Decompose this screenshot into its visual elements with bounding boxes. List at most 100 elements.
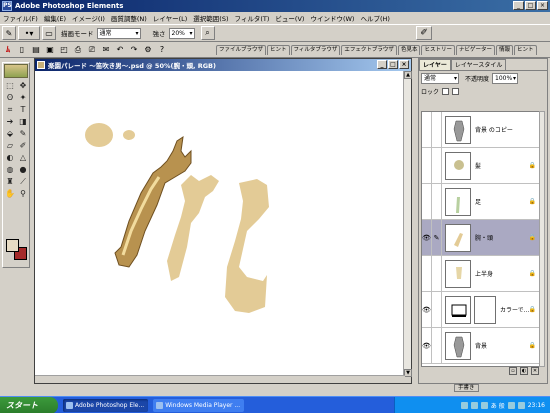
visibility-toggle[interactable]: [422, 112, 432, 148]
menu-edit[interactable]: 編集(E): [41, 13, 69, 23]
tab-hints[interactable]: ヒント: [267, 45, 290, 55]
quick-fix-icon[interactable]: ⚙: [142, 44, 154, 56]
layer-row[interactable]: 髪 🔒: [422, 147, 540, 184]
lock-transparency-checkbox[interactable]: [442, 87, 450, 95]
acrobat-icon[interactable]: ﾑ: [2, 44, 14, 56]
pencil-tool-icon[interactable]: ✐: [17, 140, 29, 151]
doc-minimize-button[interactable]: _: [377, 60, 387, 69]
doc-close-button[interactable]: ×: [399, 60, 409, 69]
menu-layer[interactable]: レイヤー(L): [150, 13, 191, 23]
new-file-icon[interactable]: ▯: [16, 44, 28, 56]
lock-all-checkbox[interactable]: [452, 87, 460, 95]
brush-preset-picker[interactable]: •▾: [18, 26, 40, 40]
brush-icon[interactable]: ✎: [17, 128, 29, 139]
tab-effects-browser[interactable]: エフェクトブラウザ: [341, 45, 397, 55]
dodge-icon[interactable]: ●: [17, 164, 29, 175]
blend-mode-select[interactable]: 通常: [96, 27, 141, 39]
print-preview-icon[interactable]: ⎚: [86, 44, 98, 56]
link-toggle[interactable]: [432, 327, 442, 364]
link-toggle[interactable]: [432, 255, 442, 292]
shape-tool-icon[interactable]: ➔: [4, 116, 16, 127]
taskbar-media-player[interactable]: Windows Media Player ...: [153, 398, 245, 412]
tab-layer-styles[interactable]: レイヤースタイル: [450, 59, 507, 70]
pencil-icon[interactable]: ✐: [416, 26, 432, 40]
type-tool-icon[interactable]: T: [17, 104, 29, 115]
selection-brush-icon[interactable]: ◨: [17, 116, 29, 127]
ime-indicator[interactable]: あ 般: [491, 401, 505, 410]
zoom-tool-icon[interactable]: ⚲: [17, 188, 29, 199]
new-layer-icon[interactable]: ▫: [509, 367, 517, 375]
tab-layers[interactable]: レイヤー: [419, 59, 451, 70]
layer-opacity-select[interactable]: 100%: [492, 72, 519, 84]
strength-select[interactable]: 20%: [168, 27, 195, 39]
move-tool-icon[interactable]: ✥: [17, 80, 29, 91]
maximize-button[interactable]: □: [525, 1, 536, 10]
eyedropper-icon[interactable]: ⟋: [17, 176, 29, 187]
eraser-icon[interactable]: ▱: [4, 140, 16, 151]
save-icon[interactable]: ▣: [44, 44, 56, 56]
foreground-color-swatch[interactable]: [6, 239, 19, 252]
tab-hints-2[interactable]: ヒント: [514, 45, 537, 55]
paintbrush-icon[interactable]: ✎: [432, 219, 442, 256]
menu-help[interactable]: ヘルプ(H): [357, 13, 392, 23]
lasso-tool-icon[interactable]: ʘ: [4, 92, 16, 103]
tab-filter-browser[interactable]: フィルタブラウザ: [290, 45, 341, 55]
stamp-icon[interactable]: ♜: [4, 176, 16, 187]
handwriting-tab[interactable]: 手書き: [454, 384, 479, 392]
menu-image[interactable]: イメージ(I): [69, 13, 108, 23]
tray-icon[interactable]: [480, 402, 488, 409]
tab-swatches[interactable]: 色見本: [397, 45, 421, 55]
tab-file-browser[interactable]: ファイルブラウザ: [216, 45, 267, 55]
minimize-button[interactable]: _: [513, 1, 524, 10]
layers-scrollbar[interactable]: [539, 111, 545, 367]
link-toggle[interactable]: [432, 147, 442, 184]
save-web-icon[interactable]: ◰: [58, 44, 70, 56]
scroll-up-icon[interactable]: ▲: [404, 71, 412, 79]
visibility-toggle[interactable]: [422, 147, 432, 184]
scroll-down-icon[interactable]: ▼: [404, 369, 412, 377]
blur-icon[interactable]: △: [17, 152, 29, 163]
menu-enhance[interactable]: 画質調整(N): [108, 13, 150, 23]
hand-tool-icon[interactable]: ✋: [4, 188, 16, 199]
brush-tool-icon[interactable]: ✎: [2, 26, 16, 40]
link-toggle[interactable]: [432, 291, 442, 328]
menu-window[interactable]: ウインドウ(W): [307, 13, 357, 23]
tab-navigator[interactable]: ナビゲーター: [455, 45, 495, 55]
link-toggle[interactable]: [432, 183, 442, 220]
eye-icon[interactable]: 👁: [422, 219, 432, 256]
layer-row[interactable]: 👁 背景 🔒: [422, 327, 540, 364]
redo-icon[interactable]: ↷: [128, 44, 140, 56]
layer-blend-select[interactable]: 通常: [421, 72, 459, 84]
volume-icon[interactable]: [507, 402, 515, 409]
close-button[interactable]: ×: [537, 1, 548, 10]
delete-layer-icon[interactable]: ✕: [531, 367, 539, 375]
layer-row[interactable]: 背景 のコピー: [422, 112, 540, 148]
paint-bucket-icon[interactable]: ⬙: [4, 128, 16, 139]
marquee-tool-icon[interactable]: ⬚: [4, 80, 16, 91]
horizontal-scrollbar[interactable]: [35, 375, 405, 383]
brush-options-icon[interactable]: ▭: [42, 26, 56, 40]
adjustment-layer-icon[interactable]: ◐: [520, 367, 528, 375]
network-icon[interactable]: [517, 402, 525, 409]
layer-row[interactable]: 上半身 🔒: [422, 255, 540, 292]
taskbar-photoshop[interactable]: Adobe Photoshop Ele...: [63, 398, 149, 412]
image-canvas[interactable]: [35, 71, 405, 377]
eye-icon[interactable]: 👁: [422, 327, 432, 364]
start-button[interactable]: スタート: [0, 396, 58, 413]
tab-history[interactable]: ヒストリー: [421, 45, 455, 55]
visibility-toggle[interactable]: [422, 183, 432, 220]
print-icon[interactable]: ⎙: [72, 44, 84, 56]
eye-icon[interactable]: 👁: [422, 291, 432, 328]
open-file-icon[interactable]: ▤: [30, 44, 42, 56]
sponge-icon[interactable]: ◍: [4, 164, 16, 175]
link-toggle[interactable]: [432, 112, 442, 148]
magic-wand-icon[interactable]: ✦: [17, 92, 29, 103]
tab-info[interactable]: 情報: [495, 45, 513, 55]
undo-icon[interactable]: ↶: [114, 44, 126, 56]
crop-tool-icon[interactable]: ⌗: [4, 104, 16, 115]
email-icon[interactable]: ✉: [100, 44, 112, 56]
visibility-toggle[interactable]: [422, 255, 432, 292]
menu-select[interactable]: 選択範囲(S): [190, 13, 231, 23]
gradient-icon[interactable]: ◐: [4, 152, 16, 163]
menu-view[interactable]: ビュー(V): [272, 13, 307, 23]
